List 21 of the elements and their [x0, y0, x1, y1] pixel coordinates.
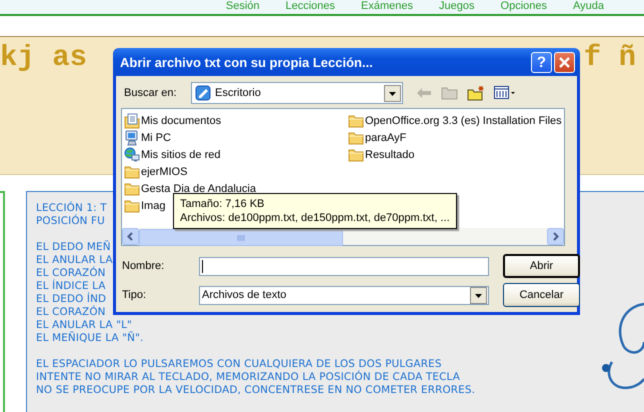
tooltip-line: Archivos: de100ppm.txt, de150ppm.txt, de70ppm.txt, ...	[180, 211, 450, 225]
practice-text: f ñ	[584, 42, 636, 76]
lesson-line: NO SE PREOCUPE POR LA VELOCIDAD, CONCENTRESE EN NO COMETER ERRORES.	[36, 384, 476, 397]
lesson-line: POSICIÓN FU	[36, 215, 105, 228]
type-label: Tipo:	[122, 289, 148, 301]
lesson-line: EL CORAZÓN	[36, 267, 106, 279]
lesson-line: EL DEDO ÍND	[36, 293, 106, 305]
lesson-line: EL DEDO MEÑ	[36, 241, 111, 254]
lesson-line: EL ÍNDICE LA	[36, 280, 106, 292]
lesson-line: EL CORAZÓN	[36, 306, 106, 319]
lesson-line: EL MEÑIQUE LA "Ñ".	[36, 332, 144, 345]
look-in-label: Buscar en:	[124, 87, 178, 99]
lesson-line: INTENTE NO MIRAR AL TECLADO, MEMORIZANDO LA POSICIÓN DE CADA TECLA	[36, 371, 460, 384]
name-label: Nombre:	[122, 260, 166, 272]
lesson-line: EL ANULAR LA	[36, 254, 113, 266]
lesson-line: EL ANULAR LA "L"	[36, 319, 132, 331]
lesson-line: EL ESPACIADOR LO PULSAREMOS CON CUALQUIERA DE LOS DOS PULGARES	[36, 358, 442, 370]
tooltip-line: Tamaño: 7,16 KB	[180, 197, 266, 211]
lesson-line: LECCIÓN 1: T	[36, 202, 107, 214]
window-title: Abrir archivo txt con su propia Lección...	[120, 54, 374, 70]
practice-text: kj as	[0, 42, 88, 76]
